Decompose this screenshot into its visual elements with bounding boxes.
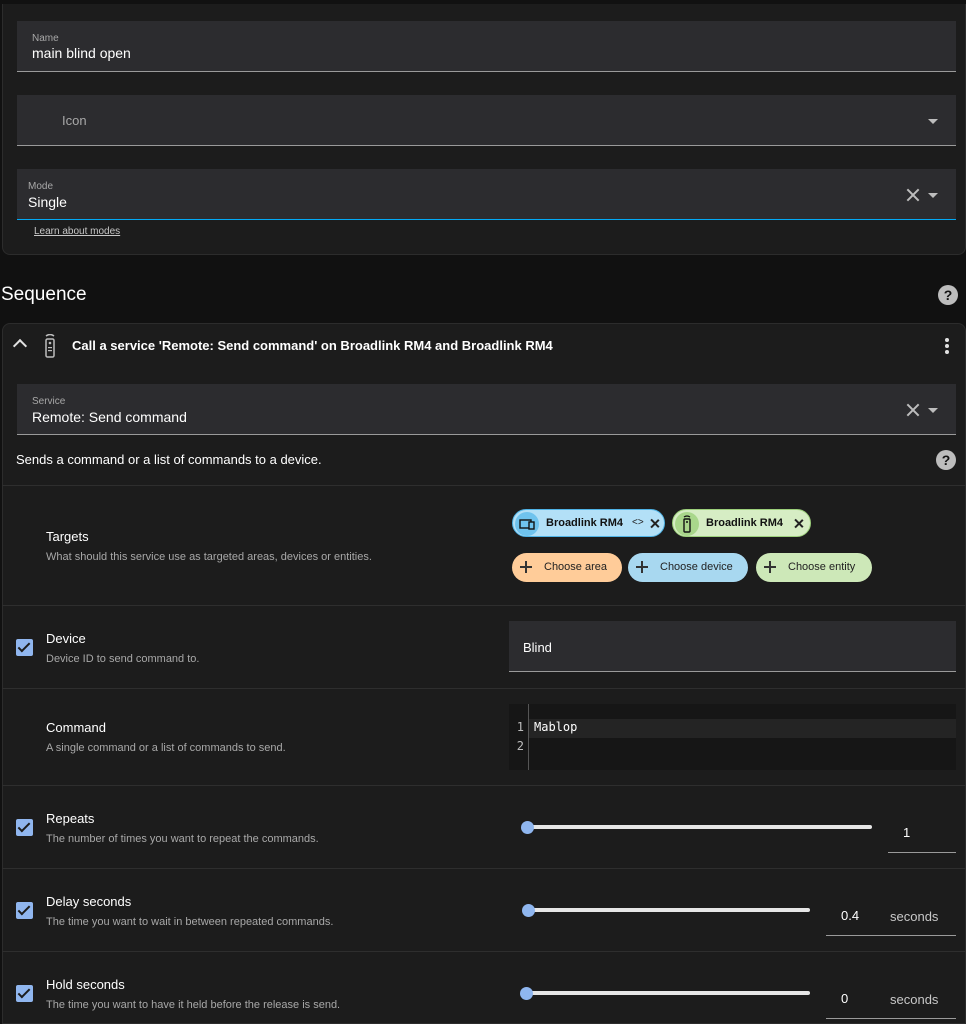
divider bbox=[2, 951, 966, 952]
hold-input[interactable]: 0 seconds bbox=[826, 967, 956, 1019]
hold-unit: seconds bbox=[890, 992, 939, 1007]
mode-select-label: Mode bbox=[28, 181, 54, 192]
devices-icon bbox=[515, 512, 539, 536]
target-chip-entity[interactable]: Broadlink RM4 bbox=[672, 509, 811, 537]
repeats-value: 1 bbox=[903, 825, 911, 840]
mode-select-value: Single bbox=[28, 194, 67, 210]
device-title: Device bbox=[46, 631, 86, 646]
help-icon[interactable]: ? bbox=[936, 450, 956, 470]
choose-entity-label: Choose entity bbox=[788, 561, 856, 573]
repeats-slider-thumb[interactable] bbox=[521, 821, 534, 834]
repeats-input[interactable]: 1 bbox=[888, 801, 956, 853]
device-checkbox[interactable] bbox=[16, 639, 33, 656]
device-input-value: Blind bbox=[523, 640, 552, 655]
delay-input[interactable]: 0.4 seconds bbox=[826, 884, 956, 936]
command-code-text: Mablop bbox=[534, 720, 578, 734]
help-icon[interactable]: ? bbox=[938, 285, 958, 305]
plus-icon bbox=[636, 561, 648, 573]
sequence-title: Sequence bbox=[1, 284, 87, 305]
active-line bbox=[529, 719, 956, 738]
service-select-label: Service bbox=[32, 396, 66, 407]
divider bbox=[2, 605, 966, 606]
service-description: Sends a command or a list of commands to… bbox=[16, 452, 322, 467]
delay-unit: seconds bbox=[890, 909, 939, 924]
service-select[interactable]: Service Remote: Send command bbox=[17, 384, 956, 435]
chevron-down-icon[interactable] bbox=[928, 193, 938, 198]
delay-slider-thumb[interactable] bbox=[522, 904, 535, 917]
line-number: 2 bbox=[516, 739, 524, 753]
remove-chip-icon[interactable] bbox=[794, 519, 803, 528]
clear-icon[interactable] bbox=[906, 403, 920, 417]
choose-entity-button[interactable]: Choose entity bbox=[756, 553, 872, 582]
name-field-label: Name bbox=[32, 33, 59, 44]
target-chip-label: Broadlink RM4 bbox=[706, 517, 784, 529]
target-chip-label: Broadlink RM4 bbox=[546, 517, 624, 529]
remote-icon bbox=[45, 334, 55, 358]
repeats-checkbox[interactable] bbox=[16, 819, 33, 836]
hold-value: 0 bbox=[841, 991, 849, 1006]
more-options-icon[interactable] bbox=[945, 338, 949, 354]
device-subtitle: Device ID to send command to. bbox=[46, 653, 200, 665]
chevron-down-icon[interactable] bbox=[928, 408, 938, 413]
command-title: Command bbox=[46, 720, 106, 735]
service-select-value: Remote: Send command bbox=[32, 409, 187, 425]
delay-slider-track[interactable] bbox=[529, 908, 810, 912]
icon-picker[interactable]: Icon bbox=[17, 95, 956, 146]
learn-about-modes-link[interactable]: Learn about modes bbox=[34, 226, 120, 237]
targets-title: Targets bbox=[46, 529, 89, 544]
repeats-slider-track[interactable] bbox=[528, 825, 872, 829]
divider bbox=[2, 785, 966, 786]
command-subtitle: A single command or a list of commands t… bbox=[46, 742, 286, 754]
expand-icon[interactable]: <> bbox=[632, 517, 644, 528]
remote-icon bbox=[675, 512, 699, 536]
divider bbox=[2, 868, 966, 869]
mode-select[interactable]: Mode Single bbox=[17, 169, 956, 220]
remove-chip-icon[interactable] bbox=[650, 519, 659, 528]
chevron-down-icon[interactable] bbox=[928, 119, 938, 124]
delay-value: 0.4 bbox=[841, 908, 860, 923]
device-input[interactable]: Blind bbox=[509, 621, 956, 672]
command-code-editor[interactable]: 1 2 Mablop bbox=[509, 704, 956, 770]
name-field[interactable]: Name main blind open bbox=[17, 21, 956, 72]
name-field-value: main blind open bbox=[32, 45, 131, 61]
repeats-title: Repeats bbox=[46, 811, 95, 826]
hold-checkbox[interactable] bbox=[16, 985, 33, 1002]
action-heading[interactable]: Call a service 'Remote: Send command' on… bbox=[72, 338, 553, 353]
plus-icon bbox=[520, 561, 532, 573]
choose-area-button[interactable]: Choose area bbox=[512, 553, 622, 582]
repeats-subtitle: The number of times you want to repeat t… bbox=[46, 833, 319, 845]
line-number: 1 bbox=[516, 720, 524, 734]
hold-slider-track[interactable] bbox=[527, 991, 810, 995]
delay-checkbox[interactable] bbox=[16, 902, 33, 919]
plus-icon bbox=[764, 561, 776, 573]
hold-slider-thumb[interactable] bbox=[520, 987, 533, 1000]
delay-subtitle: The time you want to wait in between rep… bbox=[46, 916, 334, 928]
target-chip-device[interactable]: Broadlink RM4 <> bbox=[512, 509, 665, 537]
choose-device-button[interactable]: Choose device bbox=[628, 553, 748, 582]
divider bbox=[2, 485, 966, 486]
line-numbers: 1 2 bbox=[509, 704, 529, 770]
choose-device-label: Choose device bbox=[660, 561, 733, 573]
hold-subtitle: The time you want to have it held before… bbox=[46, 999, 341, 1011]
hold-title: Hold seconds bbox=[46, 977, 125, 992]
clear-icon[interactable] bbox=[906, 188, 920, 202]
delay-title: Delay seconds bbox=[46, 894, 132, 909]
targets-subtitle: What should this service use as targeted… bbox=[46, 551, 372, 563]
choose-area-label: Choose area bbox=[544, 561, 607, 573]
divider bbox=[2, 688, 966, 689]
icon-picker-placeholder: Icon bbox=[62, 113, 87, 128]
